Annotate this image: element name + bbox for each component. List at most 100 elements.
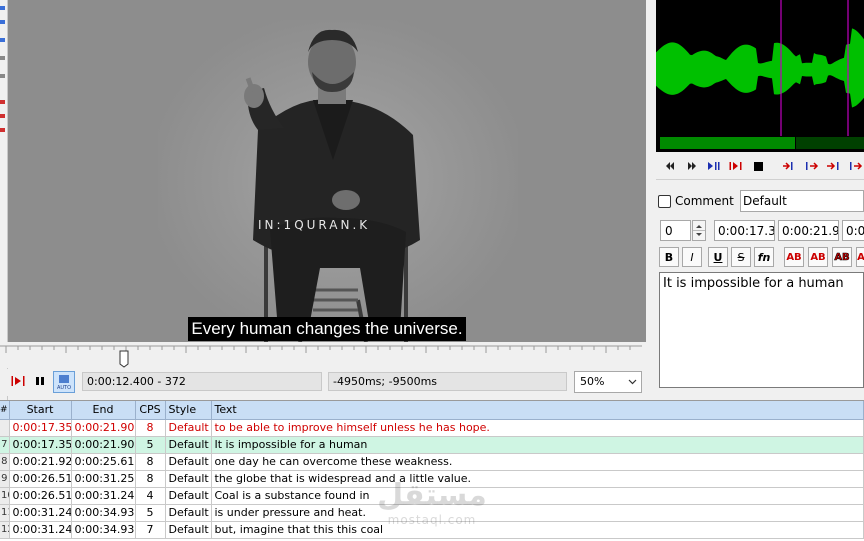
row-style: Default [165, 419, 212, 437]
column-header-style[interactable]: Style [165, 401, 212, 420]
toolbar-icon[interactable] [0, 114, 5, 118]
row-end-time: 0:00:21.90 [71, 436, 136, 454]
auto-icon: AUTO [57, 375, 71, 391]
end-time-input[interactable]: 0:00:21.90 [778, 220, 839, 241]
column-header-number[interactable]: # [0, 401, 10, 420]
column-header-start[interactable]: Start [9, 401, 72, 420]
subtitle-text-editor[interactable]: It is impossible for a human [659, 272, 864, 388]
italic-button[interactable]: I [682, 247, 702, 267]
start-time-input[interactable]: 0:00:17.35 [714, 220, 775, 241]
play-after-end-icon [850, 162, 863, 170]
play-before-button[interactable] [780, 158, 800, 174]
column-header-text[interactable]: Text [211, 401, 864, 420]
play-after-end-button[interactable] [846, 158, 864, 174]
audio-waveform[interactable] [656, 0, 864, 136]
underline-button[interactable]: U [708, 247, 728, 267]
video-frame-figure [244, 29, 420, 342]
playback-controls: AUTO 0:00:12.400 - 372 -4950ms; -9500ms … [0, 369, 648, 396]
primary-color-button[interactable]: AB [784, 247, 804, 267]
bold-button[interactable]: B [659, 247, 679, 267]
play-line-icon [729, 162, 742, 170]
audio-scrollbar[interactable] [656, 136, 864, 152]
toolbar-icon[interactable] [0, 6, 5, 10]
play-before-end-icon [827, 162, 839, 170]
play-before-end-button[interactable] [824, 158, 844, 174]
seek-ruler[interactable] [0, 342, 648, 368]
video-display[interactable]: IN:1QURAN.K Every human changes the univ… [8, 0, 646, 342]
pause-icon [36, 377, 44, 385]
duration-input[interactable]: 0:00:04.55 [842, 220, 864, 241]
audio-scroll-thumb[interactable] [660, 137, 796, 149]
row-number: 9 [0, 470, 10, 488]
row-end-time: 0:00:25.61 [71, 453, 136, 471]
auto-scroll-toggle[interactable]: AUTO [53, 371, 75, 393]
outline-color-button[interactable]: AB [832, 247, 852, 267]
pause-button[interactable] [30, 371, 50, 391]
table-row[interactable]: 120:00:31.240:00:34.937Defaultbut, imagi… [0, 521, 864, 539]
row-end-time: 0:00:31.25 [71, 470, 136, 488]
stop-button[interactable] [748, 158, 768, 174]
next-line-button[interactable] [682, 158, 702, 174]
subtitle-edit-panel: Comment Default 0 0:00:17.35 0:00:21.90 … [652, 183, 864, 397]
row-start-time: 0:00:31.24 [9, 504, 72, 522]
row-number: 12 [0, 521, 10, 539]
row-cps: 4 [135, 487, 166, 505]
toolbar-icon[interactable] [0, 128, 5, 132]
layer-stepper[interactable] [692, 220, 706, 241]
font-button[interactable]: fn [754, 247, 774, 267]
row-number: 11 [0, 504, 10, 522]
table-row[interactable]: 9 0:00:26.51 0:00:31.25 8 Default the globe t… [0, 470, 864, 488]
video-zoom-value: 50% [580, 375, 605, 388]
subtitle-offset-field[interactable]: -4950ms; -9500ms [328, 372, 567, 391]
video-position-field[interactable]: 0:00:12.400 - 372 [82, 372, 322, 391]
video-zoom-select[interactable]: 50% [574, 371, 642, 393]
table-row[interactable]: 0:00:17.35 0:00:21.90 8 Default to be able t… [0, 419, 864, 437]
row-end-time: 0:00:34.93 [71, 504, 136, 522]
table-row[interactable]: 7 0:00:17.35 0:00:21.90 5 Default It is impos… [0, 436, 864, 454]
video-seekbar[interactable] [0, 342, 648, 368]
row-number [0, 419, 10, 437]
play-line-audio-button[interactable] [726, 158, 746, 174]
row-style: Default [165, 453, 212, 471]
row-text: to be able to improve himself unless he … [211, 419, 864, 437]
svg-text:AUTO: AUTO [57, 385, 71, 391]
row-start-time: 0:00:17.35 [9, 419, 72, 437]
row-style: Default [165, 470, 212, 488]
subtitles-grid[interactable]: # Start End CPS Style Text 0:00:17.35 0:0… [0, 400, 864, 541]
toolbar-icon[interactable] [0, 20, 5, 24]
table-row[interactable]: 110:00:31.240:00:34.935Defaultis under p… [0, 504, 864, 522]
strikeout-button[interactable]: S [731, 247, 751, 267]
subtitle-preview: Every human changes the universe. [8, 317, 646, 341]
play-before-icon [783, 162, 793, 170]
row-number: 7 [0, 436, 10, 454]
style-select[interactable]: Default [740, 190, 864, 212]
seek-thumb[interactable] [119, 350, 129, 368]
play-selection-icon [708, 162, 720, 170]
row-start-time: 0:00:26.51 [9, 470, 72, 488]
previous-line-button[interactable] [660, 158, 680, 174]
previous-icon [666, 162, 674, 170]
comment-checkbox[interactable] [658, 195, 671, 208]
play-selection-button[interactable] [704, 158, 724, 174]
column-header-cps[interactable]: CPS [135, 401, 166, 420]
secondary-color-button[interactable]: AB [808, 247, 828, 267]
grid-header: # Start End CPS Style Text [0, 401, 864, 420]
table-row[interactable]: 100:00:26.510:00:31.244DefaultCoal is a … [0, 487, 864, 505]
toolbar-icon[interactable] [0, 74, 5, 78]
toolbar-icon[interactable] [0, 100, 5, 104]
audio-waveform-panel[interactable] [656, 0, 864, 152]
toolbar-icon[interactable] [0, 56, 5, 60]
row-text: is under pressure and heat. [211, 504, 864, 522]
row-style: Default [165, 436, 212, 454]
column-header-end[interactable]: End [71, 401, 136, 420]
play-after-start-button[interactable] [802, 158, 822, 174]
row-text: Coal is a substance found in [211, 487, 864, 505]
shadow-color-button[interactable]: A [856, 247, 864, 267]
subtitle-editor-window: IN:1QURAN.K Every human changes the univ… [0, 0, 864, 541]
row-end-time: 0:00:31.24 [71, 487, 136, 505]
left-toolbar [0, 0, 8, 400]
toolbar-icon[interactable] [0, 38, 5, 42]
table-row[interactable]: 8 0:00:21.92 0:00:25.61 8 Default one day he … [0, 453, 864, 471]
layer-input[interactable]: 0 [660, 220, 691, 241]
play-line-button[interactable] [8, 371, 28, 391]
